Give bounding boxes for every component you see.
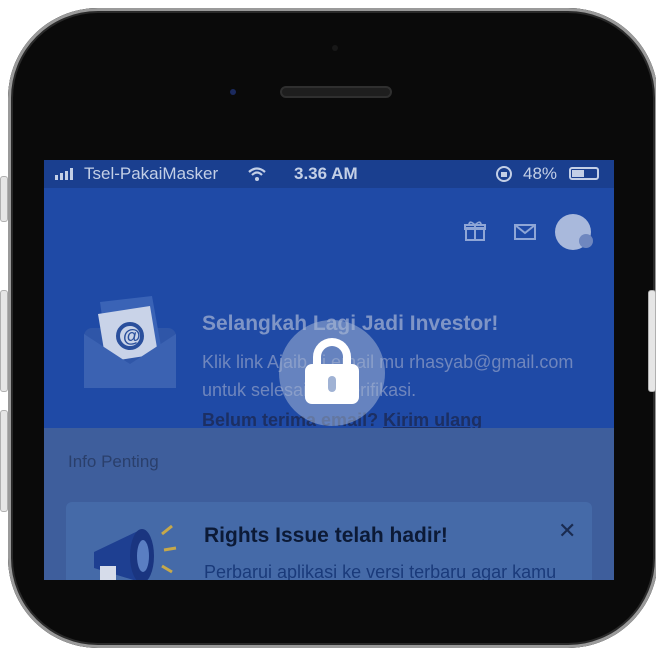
volume-up-button <box>0 290 8 392</box>
megaphone-icon <box>94 524 177 580</box>
mute-switch <box>0 176 8 222</box>
svg-text:@: @ <box>123 326 141 346</box>
avatar[interactable] <box>555 214 593 250</box>
card-title: Rights Issue telah hadir! <box>204 524 448 547</box>
status-time: 3.36 AM <box>294 164 358 183</box>
close-icon[interactable]: ✕ <box>558 518 576 544</box>
email-illustration-icon: @ <box>84 296 176 388</box>
earpiece-speaker <box>280 86 392 98</box>
resend-link[interactable]: Kirim ulang <box>383 410 482 430</box>
volume-down-button <box>0 410 8 512</box>
power-button <box>648 290 656 392</box>
card-description: Perbarui aplikasi ke versi terbaru agar … <box>204 562 557 580</box>
home-content: Info Penting Rights Issue telah hadir! P… <box>44 428 614 580</box>
battery-icon <box>569 167 599 180</box>
gift-icon[interactable] <box>464 220 486 242</box>
front-camera <box>230 89 236 95</box>
announcement-card[interactable]: Rights Issue telah hadir! Perbarui aplik… <box>66 502 592 580</box>
banner-description-line1: Klik link Ajaib di email mu rhasyab@gmai… <box>202 352 574 372</box>
status-bar: Tsel-PakaiMasker 3.36 AM 48% <box>44 160 614 188</box>
proximity-sensor <box>332 45 338 51</box>
lock-overlay <box>279 320 385 426</box>
lock-icon <box>305 364 359 404</box>
orientation-lock-icon <box>496 166 512 182</box>
mail-icon[interactable] <box>514 224 536 240</box>
carrier-name: Tsel-PakaiMasker <box>84 164 219 183</box>
battery-percent: 48% <box>523 164 558 183</box>
wifi-icon <box>248 167 266 181</box>
signal-icon <box>55 168 75 180</box>
info-heading: Info Penting <box>68 452 159 471</box>
